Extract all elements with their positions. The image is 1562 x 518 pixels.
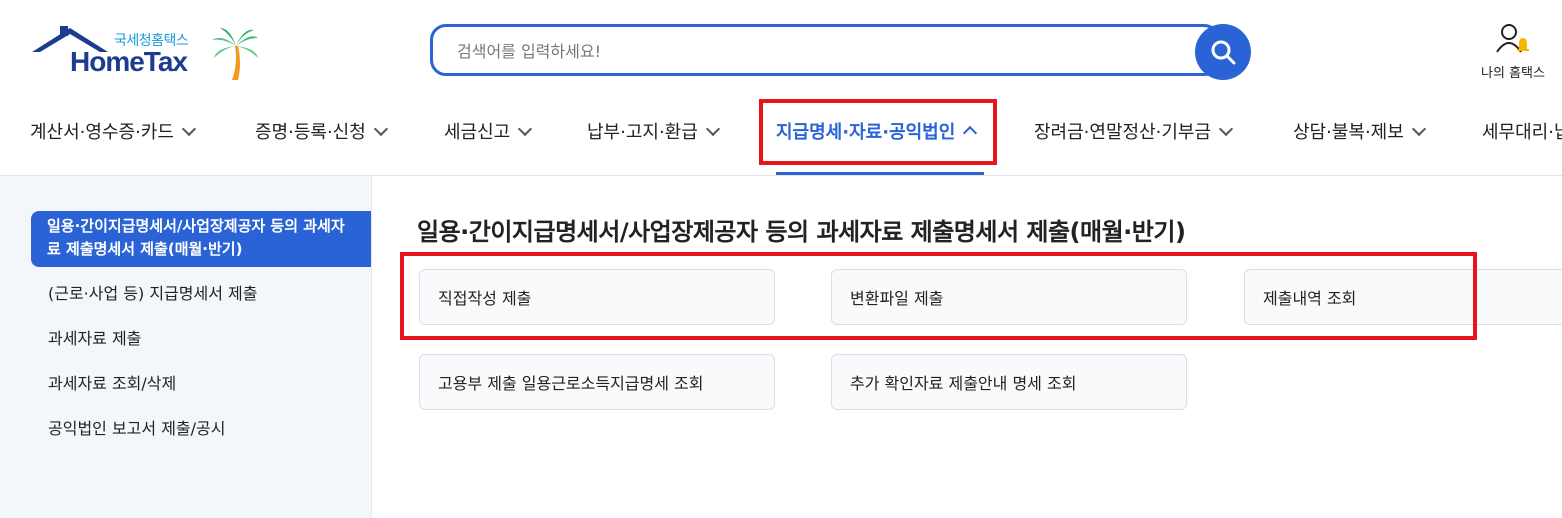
nav-item-tax-agent[interactable]: 세무대리·납 (1482, 118, 1562, 144)
chevron-down-icon (705, 121, 720, 137)
user-bell-icon (1496, 24, 1529, 53)
nav-item-incentive[interactable]: 장려금·연말정산·기부금 (1034, 118, 1234, 144)
my-hometax-button[interactable]: 나의 홈택스 (1470, 22, 1556, 81)
additional-data-lookup-button[interactable]: 추가 확인자료 제출안내 명세 조회 (831, 354, 1187, 410)
nav-item-tax-report[interactable]: 세금신고 (444, 118, 533, 144)
sidebar: 일용·간이지급명세서/사업장제공자 등의 과세자료 제출명세서 제출(매월·반기… (0, 176, 372, 518)
nav-item-invoice[interactable]: 계산서·영수증·카드 (30, 118, 197, 144)
sidebar-item-label: 과세자료 제출 (48, 329, 142, 348)
nav-item-label: 상담·불복·제보 (1293, 122, 1404, 143)
nav-item-certificate[interactable]: 증명·등록·신청 (255, 118, 388, 144)
card-label: 고용부 제출 일용근로소득지급명세 조회 (438, 374, 704, 393)
nav-item-label: 납부·고지·환급 (587, 122, 698, 143)
sidebar-item-public-interest-report[interactable]: 공익법인 보고서 제출/공시 (48, 415, 225, 439)
highlight-box-nav (759, 99, 997, 165)
sidebar-item-payment-statement[interactable]: (근로·사업 등) 지급명세서 제출 (48, 280, 257, 304)
nav-item-label: 장려금·연말정산·기부금 (1034, 122, 1212, 143)
nav-item-label: 세금신고 (444, 122, 511, 143)
card-label: 추가 확인자료 제출안내 명세 조회 (850, 374, 1077, 393)
search-placeholder: 검색어를 입력하세요! (457, 42, 601, 61)
nav-item-payment[interactable]: 납부·고지·환급 (587, 118, 720, 144)
hometax-logo[interactable]: 국세청홈택스 HomeTax (30, 24, 270, 86)
nav-item-label: 증명·등록·신청 (255, 122, 366, 143)
chevron-down-icon (181, 121, 197, 137)
my-hometax-label: 나의 홈택스 (1481, 66, 1545, 81)
sidebar-item-label: 일용·간이지급명세서/사업장제공자 등의 과세자료 제출명세서 제출(매월·반기… (47, 217, 345, 258)
sidebar-item-label: (근로·사업 등) 지급명세서 제출 (48, 284, 258, 303)
sidebar-item-label: 과세자료 조회/삭제 (48, 374, 177, 393)
highlight-box-cards (400, 252, 1477, 340)
search-icon (1211, 40, 1236, 65)
nav-item-label: 계산서·영수증·카드 (30, 122, 174, 143)
sidebar-item-tax-data-submit[interactable]: 과세자료 제출 (48, 325, 141, 349)
chevron-down-icon (1411, 121, 1426, 137)
nav-item-label: 세무대리·납 (1482, 122, 1562, 143)
palm-tree-icon (212, 28, 258, 80)
chevron-down-icon (1218, 121, 1234, 137)
nav-item-consult[interactable]: 상담·불복·제보 (1293, 118, 1426, 144)
sidebar-item-label: 공익법인 보고서 제출/공시 (48, 419, 226, 438)
search-button[interactable] (1195, 24, 1251, 80)
logo-title: HomeTax (70, 46, 188, 77)
sidebar-item-daily-statement[interactable]: 일용·간이지급명세서/사업장제공자 등의 과세자료 제출명세서 제출(매월·반기… (31, 211, 371, 267)
labor-ministry-lookup-button[interactable]: 고용부 제출 일용근로소득지급명세 조회 (419, 354, 775, 410)
chevron-down-icon (373, 121, 388, 137)
search-input[interactable]: 검색어를 입력하세요! (430, 24, 1220, 76)
page-title: 일용·간이지급명세서/사업장제공자 등의 과세자료 제출명세서 제출(매월·반기… (417, 218, 1186, 246)
sidebar-item-tax-data-lookup[interactable]: 과세자료 조회/삭제 (48, 370, 176, 394)
chevron-down-icon (518, 121, 533, 137)
